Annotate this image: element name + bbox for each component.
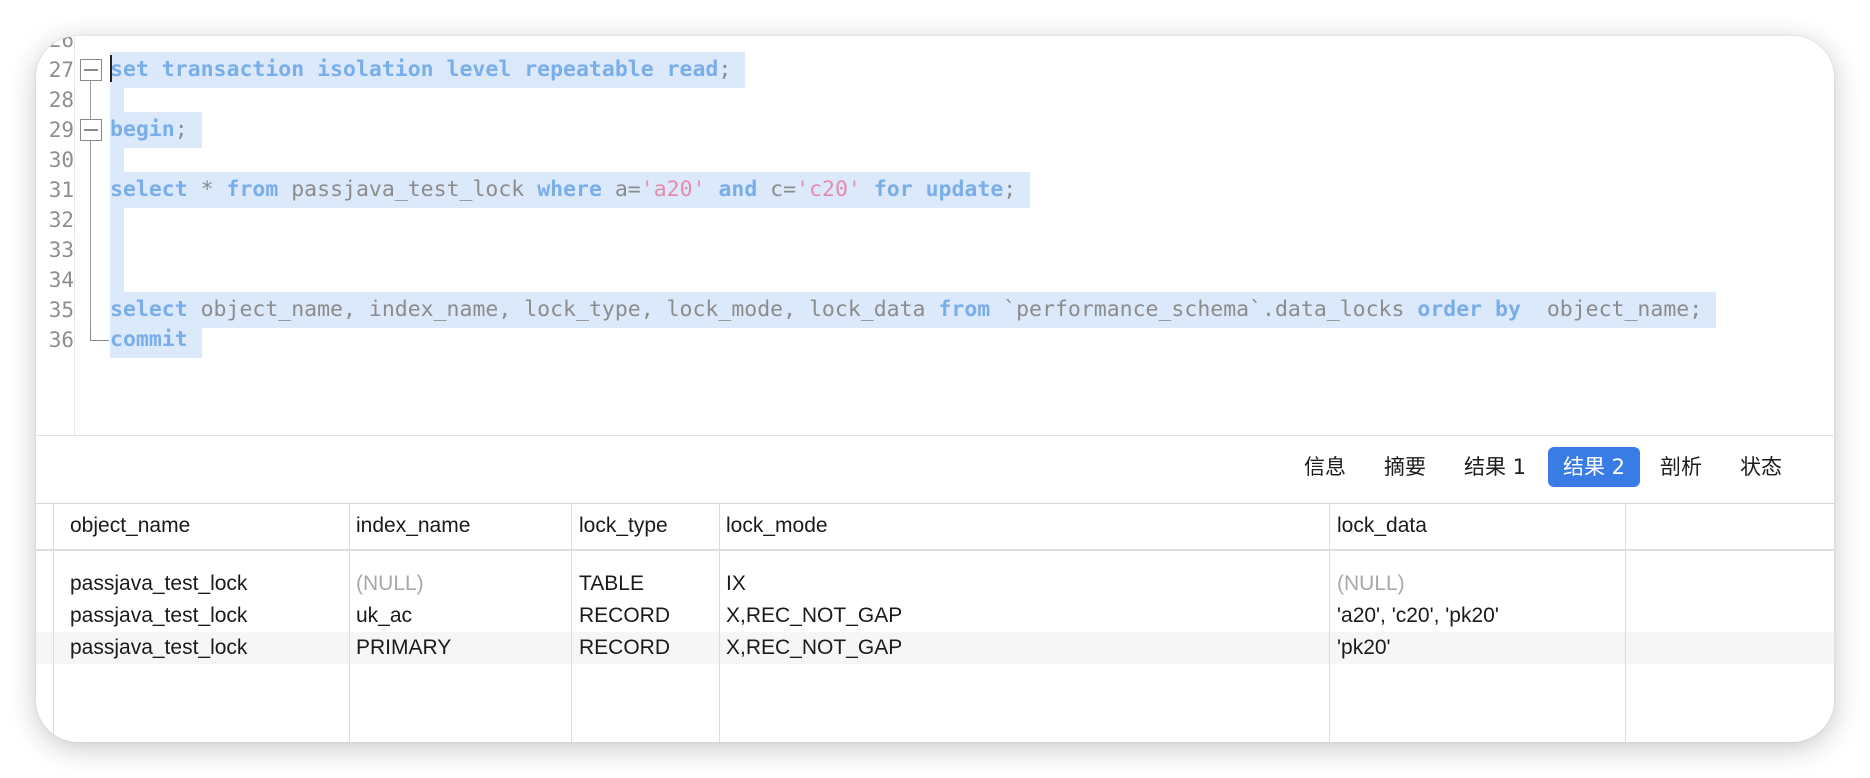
column-header-lock-type[interactable]: lock_type (579, 510, 668, 542)
table-cell[interactable]: 'a20', 'c20', 'pk20' (1337, 600, 1499, 632)
table-cell[interactable]: passjava_test_lock (70, 632, 247, 664)
column-divider (571, 504, 572, 742)
fold-toggle-icon[interactable] (80, 59, 102, 81)
column-divider (1625, 504, 1626, 742)
fold-toggle-icon[interactable] (80, 119, 102, 141)
column-header-lock-data[interactable]: lock_data (1337, 510, 1427, 542)
tab-summary[interactable]: 摘要 (1369, 447, 1441, 487)
column-header-index-name[interactable]: index_name (356, 510, 470, 542)
table-cell[interactable]: PRIMARY (356, 632, 451, 664)
tab-profile[interactable]: 剖析 (1645, 447, 1717, 487)
code-line-27: set transaction isolation level repeatab… (110, 52, 746, 88)
grid-header (36, 504, 1834, 551)
tab-result-2[interactable]: 结果 2 (1548, 447, 1641, 487)
table-cell[interactable]: X,REC_NOT_GAP (726, 632, 902, 664)
column-divider (349, 504, 350, 742)
column-header-lock-mode[interactable]: lock_mode (726, 510, 828, 542)
fold-end-icon (90, 326, 109, 341)
tab-info[interactable]: 信息 (1289, 447, 1361, 487)
table-cell[interactable]: passjava_test_lock (70, 568, 247, 600)
table-cell[interactable]: RECORD (579, 632, 670, 664)
sql-editor[interactable]: 26 27 28 29 30 31 32 33 34 35 36 set tra… (36, 36, 1834, 435)
column-divider (1329, 504, 1330, 742)
table-cell[interactable]: RECORD (579, 600, 670, 632)
code-line-36: commit (110, 322, 202, 358)
table-cell[interactable]: uk_ac (356, 600, 412, 632)
app-window: 26 27 28 29 30 31 32 33 34 35 36 set tra… (36, 36, 1834, 742)
code-line-35: select object_name, index_name, lock_typ… (110, 292, 1717, 328)
table-cell[interactable]: (NULL) (356, 568, 424, 600)
table-cell[interactable]: X,REC_NOT_GAP (726, 600, 902, 632)
result-grid[interactable]: object_name index_name lock_type lock_mo… (36, 504, 1834, 742)
table-row-highlight (36, 632, 1834, 664)
tab-status[interactable]: 状态 (1725, 447, 1797, 487)
table-cell[interactable]: passjava_test_lock (70, 600, 247, 632)
column-header-object-name[interactable]: object_name (70, 510, 190, 542)
table-cell[interactable]: TABLE (579, 568, 644, 600)
fold-connector (90, 135, 91, 338)
table-cell[interactable]: IX (726, 568, 746, 600)
line-number: 36 (48, 328, 74, 352)
column-divider (719, 504, 720, 742)
code-line-31: select * from passjava_test_lock where a… (110, 172, 1031, 208)
column-divider (53, 504, 54, 742)
gutter-divider (74, 36, 75, 435)
table-cell[interactable]: 'pk20' (1337, 632, 1391, 664)
table-cell[interactable]: (NULL) (1337, 568, 1405, 600)
tab-result-1[interactable]: 结果 1 (1449, 447, 1541, 487)
result-tabs-bar: 信息 摘要 结果 1 结果 2 剖析 状态 (36, 435, 1834, 505)
text-caret (110, 55, 112, 85)
